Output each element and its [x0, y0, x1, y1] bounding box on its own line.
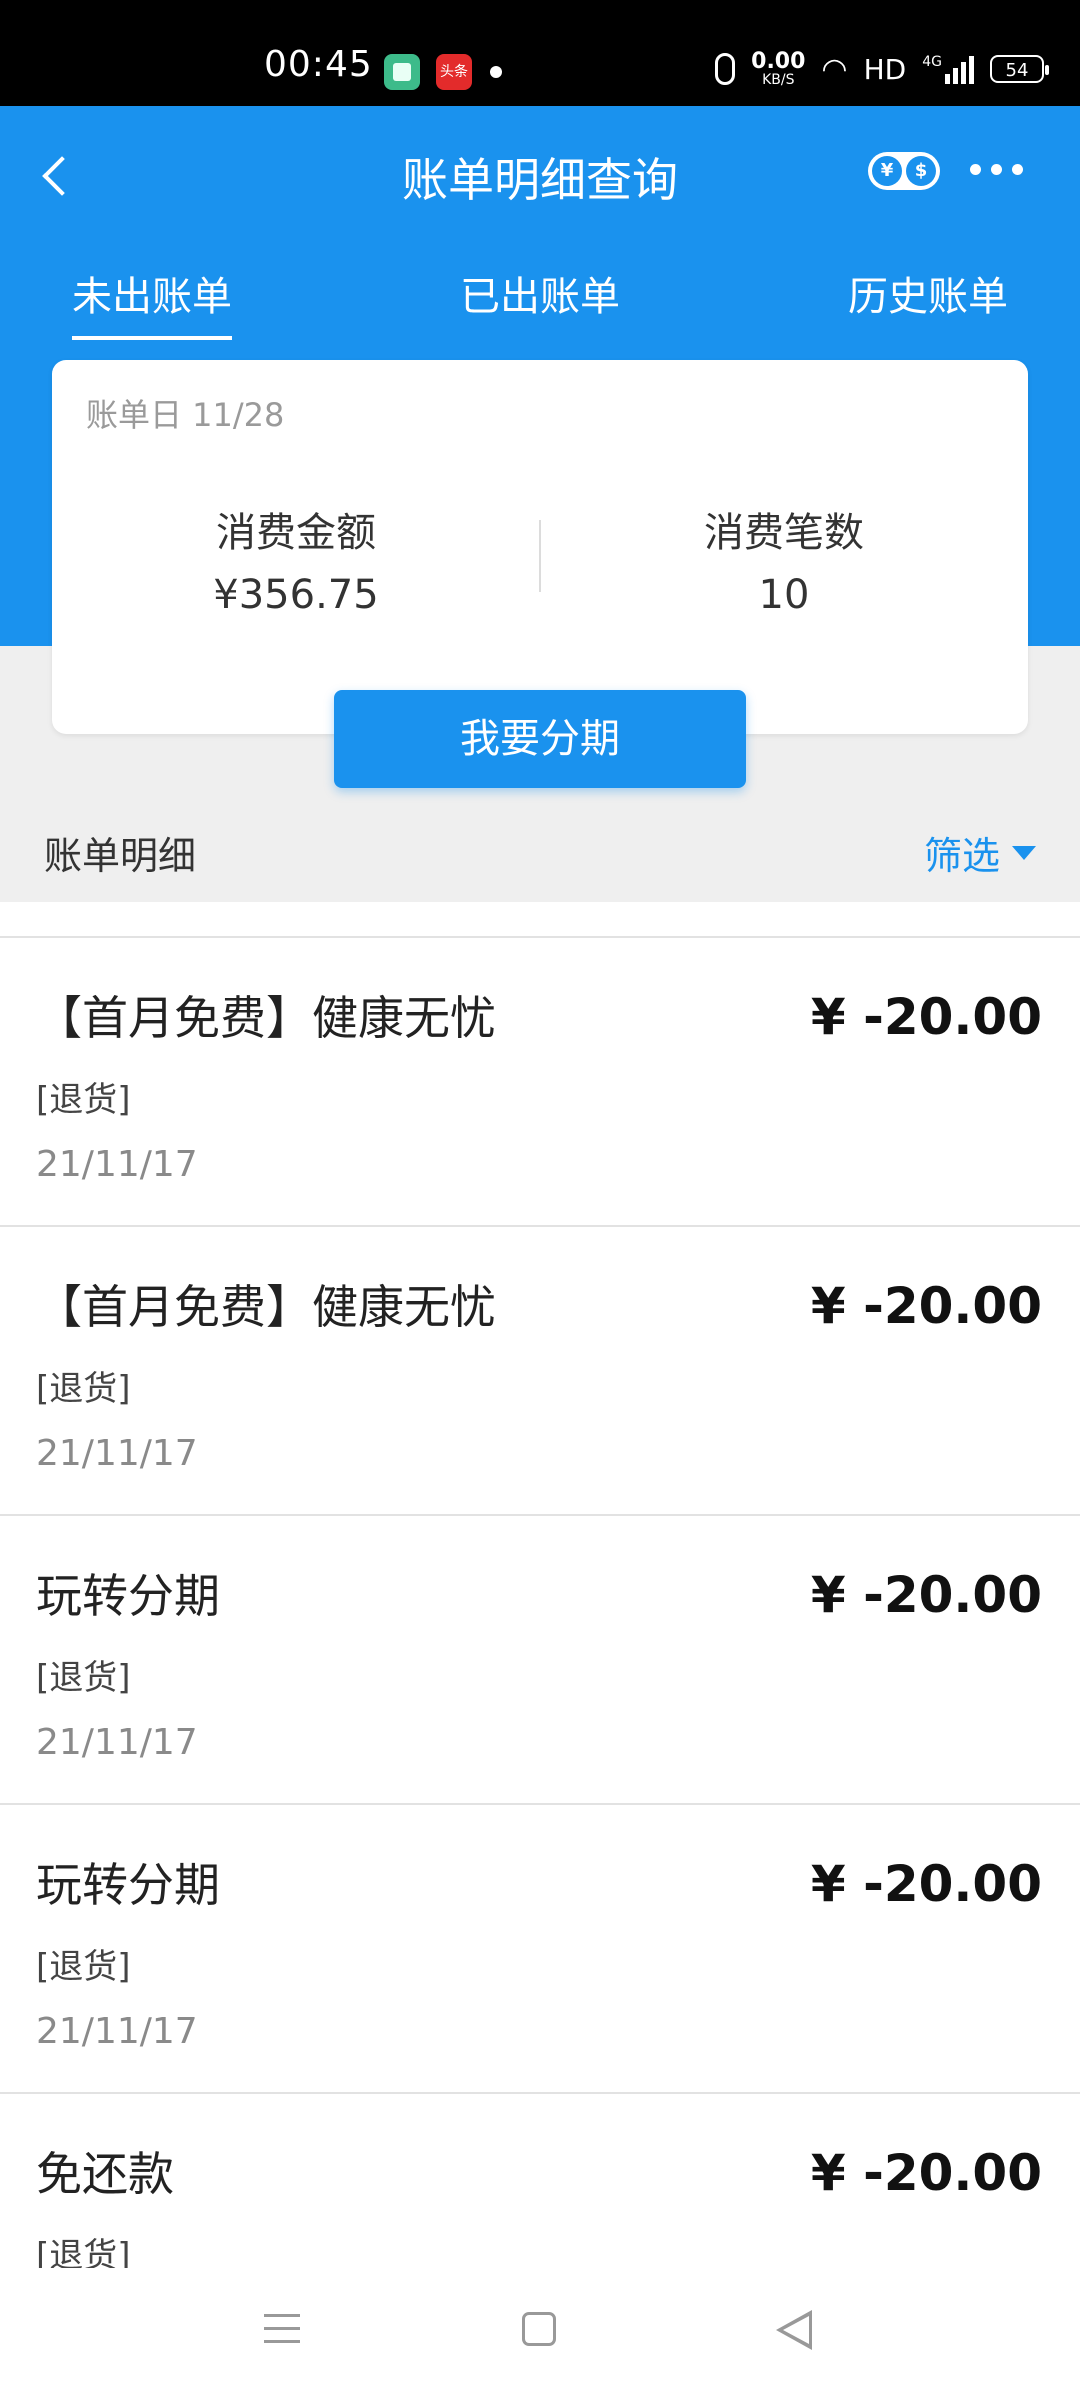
signal-type-label: 4G: [922, 54, 942, 70]
transaction-date: 21/11/17: [36, 2011, 198, 2052]
transaction-date: 21/11/17: [36, 1433, 198, 1474]
status-bar: 00:45 头条 0.00 KB/S ◠ HD 4G 54: [0, 0, 1080, 106]
transaction-tag: [退货]: [36, 1658, 131, 1698]
toutiao-app-icon: 头条: [436, 54, 472, 90]
spending-amount: 消费金额 ¥356.75: [52, 500, 540, 618]
bill-tabs: 未出账单 已出账单 历史账单: [0, 264, 1080, 344]
microphone-icon: [715, 53, 736, 85]
dollar-icon: $: [906, 156, 936, 186]
bill-details-title: 账单明细: [44, 834, 197, 878]
status-time: 00:45: [264, 44, 373, 85]
transaction-row[interactable]: 【首月免费】健康无忧 [退货] 21/11/17 ¥ -20.00: [0, 1227, 1080, 1516]
transaction-date: 21/11/17: [36, 1722, 198, 1763]
spending-count: 消费笔数 10: [540, 500, 1028, 618]
currency-toggle[interactable]: ¥ $: [868, 152, 940, 190]
spending-amount-value: ¥356.75: [213, 572, 379, 618]
transaction-name: 玩转分期: [36, 1858, 220, 1912]
spending-amount-label: 消费金额: [216, 510, 376, 556]
yuan-icon: ¥: [872, 156, 902, 186]
transaction-date: 21/11/17: [36, 1144, 198, 1185]
summary-card: 账单日 11/28 消费金额 ¥356.75 消费笔数 10: [52, 360, 1028, 734]
speed-value: 0.00: [751, 49, 806, 74]
wifi-icon: ◠: [821, 51, 848, 87]
transaction-amount: ¥ -20.00: [810, 988, 1042, 1046]
cellular-signal-icon: 4G: [922, 54, 974, 84]
tab-billed[interactable]: 已出账单: [460, 264, 620, 322]
spending-count-label: 消费笔数: [704, 510, 864, 556]
tab-history[interactable]: 历史账单: [848, 264, 1008, 322]
notification-app-icon: [384, 54, 420, 90]
hd-indicator: HD: [863, 52, 907, 86]
transaction-amount: ¥ -20.00: [810, 1855, 1042, 1913]
home-icon[interactable]: [522, 2312, 556, 2346]
installment-button[interactable]: 我要分期: [334, 690, 746, 788]
more-notifications-dot-icon: [490, 66, 502, 78]
transaction-name: 玩转分期: [36, 1569, 220, 1623]
transaction-row[interactable]: 玩转分期 [退货] 21/11/17 ¥ -20.00: [0, 1805, 1080, 2094]
tab-unbilled[interactable]: 未出账单: [72, 264, 232, 340]
transaction-tag: [退货]: [36, 1080, 131, 1120]
transaction-name: 【首月免费】健康无忧: [36, 991, 496, 1045]
dropdown-triangle-icon: [1012, 845, 1036, 860]
transaction-amount: ¥ -20.00: [810, 1277, 1042, 1335]
network-speed: 0.00 KB/S: [751, 49, 806, 88]
transaction-amount: ¥ -20.00: [810, 2144, 1042, 2202]
transaction-row[interactable]: 【首月免费】健康无忧 [退货] 21/11/17 ¥ -20.00: [0, 938, 1080, 1227]
transaction-amount: ¥ -20.00: [810, 1566, 1042, 1624]
spending-count-value: 10: [758, 572, 810, 618]
more-options-icon[interactable]: [970, 164, 1023, 175]
speed-unit: KB/S: [762, 72, 795, 88]
status-indicators: 0.00 KB/S ◠ HD 4G 54: [715, 44, 1049, 94]
transaction-name: 免还款: [36, 2147, 174, 2201]
filter-label: 筛选: [923, 834, 1000, 878]
bill-date: 账单日 11/28: [86, 396, 285, 434]
transaction-name: 【首月免费】健康无忧: [36, 1280, 496, 1334]
transaction-list: 【首月免费】健康无忧 [退货] 21/11/17 ¥ -20.00 【首月免费】…: [0, 936, 1080, 2381]
transaction-row[interactable]: 玩转分期 [退货] 21/11/17 ¥ -20.00: [0, 1516, 1080, 1805]
transaction-tag: [退货]: [36, 1369, 131, 1409]
recent-apps-icon[interactable]: [264, 2314, 300, 2353]
transaction-tag: [退货]: [36, 1947, 131, 1987]
filter-button[interactable]: 筛选: [924, 825, 1036, 880]
system-nav-bar: [0, 2268, 1080, 2400]
back-triangle-icon[interactable]: [776, 2310, 812, 2350]
battery-icon: 54: [990, 55, 1049, 83]
